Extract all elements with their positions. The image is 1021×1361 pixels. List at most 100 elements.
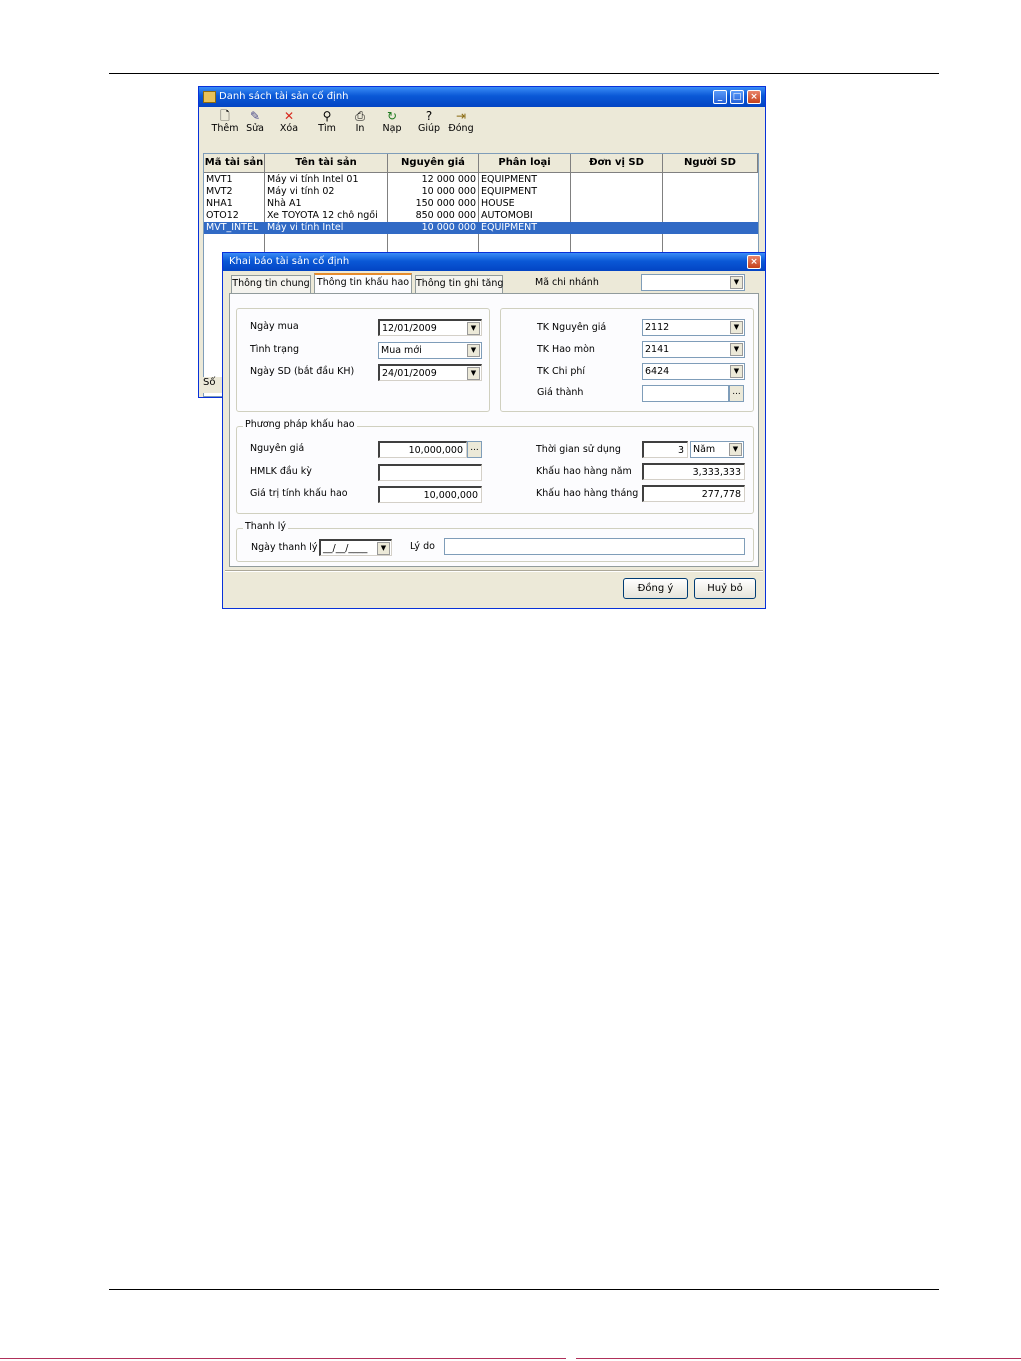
monthly-depreciation-field[interactable]: 277,778 [642,485,745,502]
find-button[interactable]: ⚲ Tìm [313,109,341,137]
list-window-titlebar[interactable]: Danh sách tài sản cố định _ □ × [199,87,765,107]
delete-button[interactable]: ✕ Xóa [275,109,303,137]
column-header-code[interactable]: Mã tài sản [204,154,265,172]
chevron-down-icon[interactable]: ▼ [467,344,480,357]
disposal-date-picker[interactable]: __/__/____ ▼ [319,539,392,556]
help-button[interactable]: ? Giúp [415,109,443,137]
button-separator [225,570,763,572]
depreciation-account-label: TK Hao mòn [537,344,595,355]
cell-name: Máy vi tính Intel [267,222,344,233]
depreciable-value-field[interactable]: 10,000,000 [378,486,482,503]
start-date-picker[interactable]: 24/01/2009 ▼ [378,364,482,381]
tab-increase[interactable]: Thông tin ghi tăng [415,275,503,293]
cell-code: MVT2 [206,186,233,197]
help-icon: ? [425,109,433,123]
binoculars-icon: ⚲ [322,109,332,123]
table-row[interactable]: OTO12 Xe TOYOTA 12 chỗ ngồi 850 000 000 … [204,210,758,222]
table-row[interactable]: MVT2 Máy vi tính 02 10 000 000 EQUIPMENT [204,186,758,198]
chevron-down-icon[interactable]: ▼ [729,443,742,456]
status-label: Tình trạng [250,344,300,355]
depreciation-account-select[interactable]: 2141 ▼ [642,341,745,358]
list-window-title: Danh sách tài sản cố định [219,91,349,102]
original-cost-field[interactable]: 10,000,000 [378,441,467,458]
monthly-depreciation-label: Khấu hao hàng tháng [536,488,639,499]
column-header-user[interactable]: Người SD [663,154,758,172]
reason-field[interactable] [444,538,745,555]
add-button[interactable]: 🗋 Thêm [211,109,239,137]
table-row[interactable]: MVT1 Máy vi tính Intel 01 12 000 000 EQU… [204,174,758,186]
dialog-titlebar[interactable]: Khai báo tài sản cố định × [223,253,765,271]
opening-accum-label: HMLK đầu kỳ [250,466,312,477]
grid-header: Mã tài sản Tên tài sản Nguyên giá Phân l… [204,154,758,173]
maximize-icon[interactable]: □ [730,90,744,104]
annual-depreciation-label: Khấu hao hàng năm [536,466,632,477]
annual-depreciation-field[interactable]: 3,333,333 [642,463,745,480]
edit-button[interactable]: ✎ Sửa [241,109,269,137]
cell-code: MVT_INTEL [206,222,259,233]
cell-code: OTO12 [206,210,239,221]
branch-select[interactable]: ▼ [641,274,745,291]
folder-icon [203,91,216,103]
expense-account-select[interactable]: 6424 ▼ [642,363,745,380]
refresh-icon: ↻ [386,109,398,123]
purchase-date-label: Ngày mua [250,321,299,332]
table-row[interactable]: NHA1 Nhà A1 150 000 000 HOUSE [204,198,758,210]
depreciation-panel: Ngày mua 12/01/2009 ▼ Tình trạng Mua mới… [229,293,759,567]
useful-life-unit-select[interactable]: Năm ▼ [690,441,744,458]
new-document-icon: 🗋 [220,109,230,123]
chevron-down-icon[interactable]: ▼ [730,321,743,334]
ok-button[interactable]: Đồng ý [623,578,688,599]
cell-category: AUTOMOBI [481,210,533,221]
depreciation-method-group: Phương pháp khấu hao Nguyên giá 10,000,0… [236,419,754,514]
page-footer-rule [576,1358,1021,1359]
cost-price-lookup-button[interactable]: ... [729,385,744,402]
status-select[interactable]: Mua mới ▼ [378,342,482,359]
cell-name: Máy vi tính 02 [267,186,335,197]
printer-icon: ⎙ [355,109,365,123]
cancel-button[interactable]: Huỷ bỏ [694,578,756,599]
useful-life-label: Thời gian sử dụng [536,444,621,455]
cell-cost: 10 000 000 [421,186,476,197]
tab-general[interactable]: Thông tin chung [231,275,311,293]
purchase-date-picker[interactable]: 12/01/2009 ▼ [378,319,482,336]
cell-cost: 850 000 000 [415,210,476,221]
tab-depreciation[interactable]: Thông tin khấu hao [314,273,412,294]
original-cost-lookup-button[interactable]: ... [467,441,482,458]
column-header-category[interactable]: Phân loại [479,154,571,172]
chevron-down-icon[interactable]: ▼ [467,367,480,380]
chevron-down-icon[interactable]: ▼ [730,365,743,378]
branch-label: Mã chi nhánh [535,277,599,288]
chevron-down-icon[interactable]: ▼ [467,322,480,335]
reload-button[interactable]: ↻ Nạp [378,109,406,137]
table-row-selected[interactable]: MVT_INTEL Máy vi tính Intel 10 000 000 E… [204,222,758,234]
minimize-icon[interactable]: _ [713,90,727,104]
column-header-cost[interactable]: Nguyên giá [388,154,479,172]
cost-price-field[interactable] [642,385,729,402]
cell-code: NHA1 [206,198,233,209]
chevron-down-icon[interactable]: ▼ [377,542,390,555]
column-header-unit[interactable]: Đơn vị SD [571,154,663,172]
disposal-group: Thanh lý Ngày thanh lý __/__/____ ▼ Lý d… [236,521,754,562]
exit-icon: ⇥ [455,109,467,123]
cost-account-select[interactable]: 2112 ▼ [642,319,745,336]
useful-life-field[interactable]: 3 [642,441,688,458]
reason-label: Lý do [410,541,435,552]
purchase-group: Ngày mua 12/01/2009 ▼ Tình trạng Mua mới… [236,308,490,412]
cell-category: EQUIPMENT [481,222,538,233]
print-button[interactable]: ⎙ In [346,109,374,137]
close-button[interactable]: ⇥ Đóng [447,109,475,137]
page-top-rule [109,73,939,74]
depreciation-method-title: Phương pháp khấu hao [243,419,357,430]
chevron-down-icon[interactable]: ▼ [730,343,743,356]
cell-cost: 12 000 000 [421,174,476,185]
close-icon[interactable]: × [747,255,761,269]
dialog-title: Khai báo tài sản cố định [229,256,350,267]
column-header-name[interactable]: Tên tài sản [265,154,388,172]
chevron-down-icon[interactable]: ▼ [730,276,743,289]
cost-price-label: Giá thành [537,387,584,398]
cell-cost: 10 000 000 [421,222,476,233]
cell-name: Xe TOYOTA 12 chỗ ngồi [267,210,378,221]
cell-category: HOUSE [481,198,515,209]
opening-accum-field[interactable] [378,464,482,481]
close-icon[interactable]: × [747,90,761,104]
